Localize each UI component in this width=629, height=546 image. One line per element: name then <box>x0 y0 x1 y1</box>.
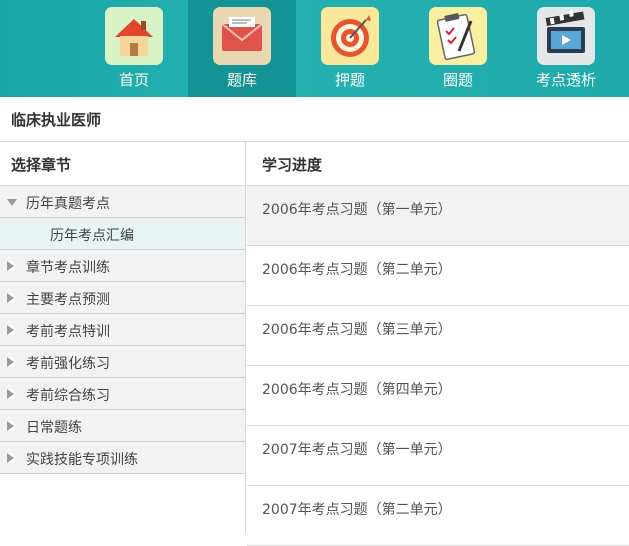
nav-analysis-label: 考点透析 <box>535 71 596 89</box>
caret-right-icon <box>7 389 14 399</box>
exercise-item[interactable]: 2006年考点习题（第二单元） <box>247 246 629 306</box>
nav-home[interactable]: 首页 <box>80 0 188 97</box>
chapter-label: 考前考点特训 <box>26 324 110 340</box>
exercise-label: 2006年考点习题（第一单元） <box>262 202 452 218</box>
chapter-item[interactable]: 章节考点训练 <box>0 250 245 282</box>
top-nav: 首页 题库 押题 圈题 考点透析 <box>0 0 629 97</box>
nav-circle-label: 圈题 <box>442 71 473 89</box>
exercise-label: 2006年考点习题（第四单元） <box>262 382 452 398</box>
clipboard-icon <box>429 7 487 65</box>
chapter-item[interactable]: 历年真题考点 <box>0 186 245 218</box>
chapter-label: 实践技能专项训练 <box>26 452 138 468</box>
nav-question-bank[interactable]: 题库 <box>188 0 296 97</box>
nav-predict-label: 押题 <box>334 71 365 89</box>
chapter-item[interactable]: 主要考点预测 <box>0 282 245 314</box>
progress-panel-heading: 学习进度 <box>247 142 629 186</box>
caret-down-icon <box>7 199 17 206</box>
exercise-label: 2006年考点习题（第二单元） <box>262 262 452 278</box>
caret-right-icon <box>7 453 14 463</box>
chapter-label: 考前综合练习 <box>26 388 110 404</box>
chapter-panel-heading: 选择章节 <box>0 142 245 186</box>
caret-right-icon <box>7 325 14 335</box>
exam-title: 临床执业医师 <box>11 111 102 129</box>
target-icon <box>321 7 379 65</box>
exercise-label: 2007年考点习题（第一单元） <box>262 442 452 458</box>
chapter-item[interactable]: 实践技能专项训练 <box>0 442 245 474</box>
exercise-label: 2007年考点习题（第二单元） <box>262 502 452 518</box>
caret-right-icon <box>7 357 14 367</box>
chapter-label: 主要考点预测 <box>26 292 110 308</box>
exercise-item[interactable]: 2006年考点习题（第一单元） <box>247 186 629 246</box>
chapter-panel: 选择章节 历年真题考点 历年考点汇编 章节考点训练 主要考点预测 考前考点特训 … <box>0 142 246 533</box>
chapter-label: 章节考点训练 <box>26 260 110 276</box>
chapter-item[interactable]: 日常题练 <box>0 410 245 442</box>
chapter-item[interactable]: 考前综合练习 <box>0 378 245 410</box>
nav-question-bank-label: 题库 <box>226 71 257 89</box>
exercise-item[interactable]: 2007年考点习题（第一单元） <box>247 426 629 486</box>
caret-right-icon <box>7 421 14 431</box>
subchapter-label: 历年考点汇编 <box>50 228 134 244</box>
exercise-item[interactable]: 2006年考点习题（第三单元） <box>247 306 629 366</box>
nav-predict[interactable]: 押题 <box>296 0 404 97</box>
exercise-item[interactable]: 2006年考点习题（第四单元） <box>247 366 629 426</box>
caret-right-icon <box>7 261 14 271</box>
exam-title-bar: 临床执业医师 <box>0 97 629 142</box>
chapter-label: 考前强化练习 <box>26 356 110 372</box>
chapter-label: 日常题练 <box>26 420 82 436</box>
nav-home-label: 首页 <box>118 71 149 89</box>
nav-circle[interactable]: 圈题 <box>404 0 512 97</box>
nav-analysis[interactable]: 考点透析 <box>512 0 620 97</box>
chapter-item[interactable]: 考前考点特训 <box>0 314 245 346</box>
caret-right-icon <box>7 293 14 303</box>
progress-panel: 学习进度 2006年考点习题（第一单元） 2006年考点习题（第二单元） 200… <box>247 142 629 546</box>
chapter-item[interactable]: 考前强化练习 <box>0 346 245 378</box>
film-icon <box>537 7 595 65</box>
chapter-label: 历年真题考点 <box>26 196 110 212</box>
exercise-item[interactable]: 2007年考点习题（第二单元） <box>247 486 629 546</box>
subchapter-item[interactable]: 历年考点汇编 <box>0 218 245 250</box>
house-icon <box>105 7 163 65</box>
envelope-icon <box>213 7 271 65</box>
exercise-label: 2006年考点习题（第三单元） <box>262 322 452 338</box>
